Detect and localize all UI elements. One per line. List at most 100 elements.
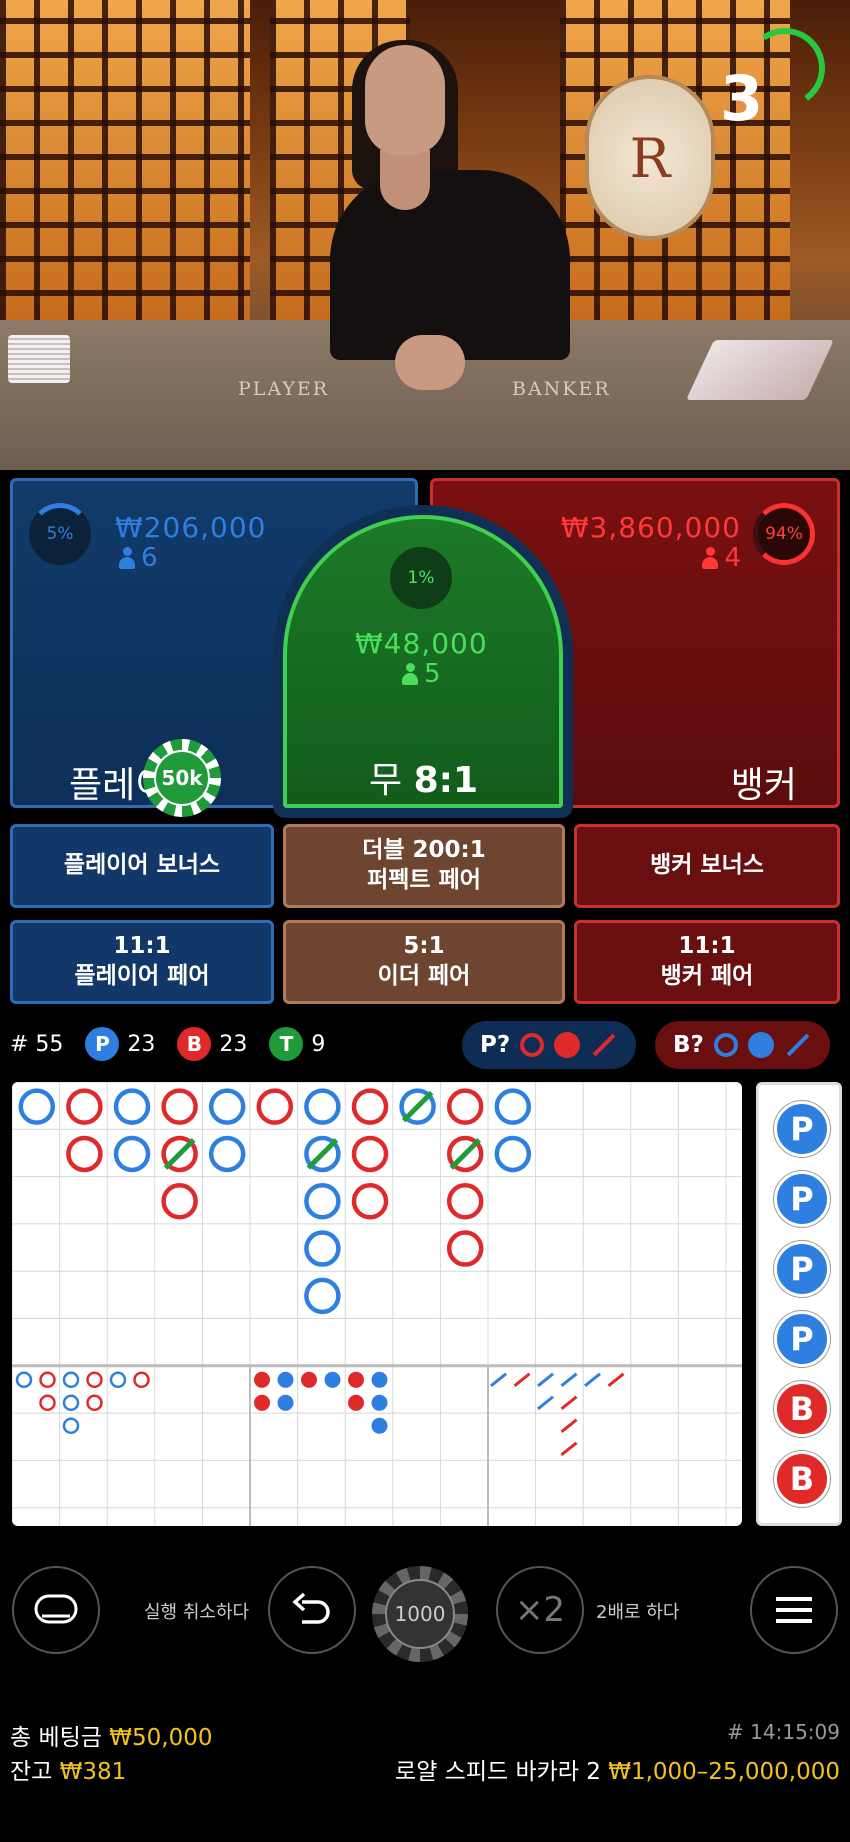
tie-bet-spot[interactable]: 1% ₩48,000 5 무 8:1 — [283, 515, 563, 808]
small-road-marker — [277, 1371, 294, 1388]
banker-title: 뱅커 — [730, 765, 797, 806]
big-road-marker — [161, 1088, 198, 1125]
tie-wins-icon: T — [269, 1027, 304, 1061]
big-eye-marker — [62, 1417, 80, 1435]
bead-road-column: P P P P B B — [756, 1082, 842, 1526]
small-road-marker — [324, 1371, 341, 1388]
banker-total-amount: ₩3,860,000 — [560, 511, 741, 544]
player-pair-bet[interactable]: 11:1 플레이어 페어 — [10, 920, 274, 1004]
big-road-marker — [66, 1088, 103, 1125]
small-road-blue-icon — [747, 1032, 774, 1058]
betting-area: 5% ₩206,000 6 플레이어 50k 94% ₩3,860,000 4 … — [0, 470, 850, 820]
big-road-marker — [18, 1088, 56, 1125]
undo-button[interactable] — [268, 1566, 356, 1654]
big-road-marker — [208, 1135, 246, 1173]
big-road-marker — [208, 1088, 246, 1125]
small-road-marker — [277, 1394, 294, 1411]
small-road-marker — [301, 1371, 317, 1388]
perfect-pair-bet[interactable]: 더블 200:1 퍼펙트 페어 — [283, 824, 565, 908]
double-button[interactable]: ×2 — [496, 1566, 584, 1654]
double-label: 2배로 하다 — [596, 1602, 680, 1623]
road-grid — [12, 1082, 742, 1526]
big-eye-marker — [109, 1371, 127, 1389]
dealer-neck — [380, 150, 430, 210]
big-eye-marker — [39, 1394, 56, 1412]
round-number: # 55 — [10, 1031, 64, 1057]
big-road-marker — [113, 1088, 151, 1125]
banker-bettor-count: 4 — [702, 543, 741, 573]
round-time: # 14:15:09 — [727, 1720, 840, 1744]
cockroach-marker — [537, 1395, 554, 1410]
cockroach-red-icon — [592, 1033, 616, 1057]
big-eye-marker — [62, 1394, 80, 1412]
big-road-marker — [446, 1230, 484, 1267]
scoreboard-road[interactable] — [12, 1082, 742, 1526]
cockroach-marker — [560, 1418, 578, 1433]
player-bonus-bet[interactable]: 플레이어 보너스 — [10, 824, 274, 908]
double-icon: ×2 — [514, 1590, 566, 1630]
big-road-marker — [351, 1135, 389, 1173]
player-percent-ring: 5% — [29, 503, 91, 565]
big-road-marker — [304, 1277, 341, 1315]
bead-player: P — [774, 1311, 830, 1367]
bead-banker: B — [774, 1451, 830, 1507]
bead-player: P — [774, 1241, 830, 1297]
bead-player: P — [774, 1101, 830, 1157]
big-eye-marker — [86, 1394, 103, 1412]
banker-bonus-bet[interactable]: 뱅커 보너스 — [574, 824, 840, 908]
big-road-marker — [494, 1088, 532, 1125]
lobby-button[interactable] — [12, 1566, 100, 1654]
big-road-marker — [494, 1135, 532, 1173]
cockroach-marker — [584, 1372, 601, 1387]
player-bettor-count: 6 — [119, 543, 158, 573]
placed-chip[interactable]: 50k — [143, 739, 221, 817]
menu-button[interactable] — [750, 1566, 838, 1654]
lattice-wall-left — [0, 0, 250, 330]
menu-icon — [776, 1597, 812, 1623]
small-road-marker — [371, 1394, 388, 1411]
cockroach-marker — [537, 1372, 554, 1387]
cockroach-marker — [607, 1372, 625, 1387]
player-wins-count: 23 — [127, 1031, 156, 1057]
footer-bar: 총 베팅금 ₩50,000 잔고 ₩381 # 14:15:09 로얄 스피드 … — [0, 1700, 850, 1842]
tie-bettor-count: 5 — [402, 659, 441, 689]
chip-selector[interactable]: 1000 — [372, 1566, 468, 1662]
lobby-icon — [34, 1594, 78, 1624]
big-road-marker — [351, 1183, 389, 1220]
person-icon — [402, 663, 418, 685]
bet-controls: 실행 취소하다 1000 ×2 2배로 하다 — [0, 1540, 850, 1680]
banker-prediction-button[interactable]: B? — [655, 1021, 830, 1069]
bead-banker: B — [774, 1381, 830, 1437]
countdown-timer: 3 — [720, 62, 764, 135]
big-road-marker — [351, 1088, 389, 1125]
cockroach-marker — [560, 1441, 578, 1456]
banker-wins-icon: B — [177, 1027, 212, 1061]
tie-percent-ring: 1% — [390, 547, 452, 609]
small-road-marker — [371, 1371, 388, 1388]
big-eye-red-icon — [520, 1033, 545, 1057]
cockroach-blue-icon — [786, 1033, 810, 1057]
cockroach-marker — [560, 1395, 578, 1410]
small-road-marker — [254, 1394, 270, 1411]
cockroach-marker — [513, 1372, 531, 1387]
cockroach-marker — [490, 1372, 507, 1387]
table-banker-label: BANKER — [512, 378, 611, 400]
balance: 잔고 ₩381 — [10, 1759, 127, 1785]
big-eye-marker — [86, 1371, 103, 1389]
small-road-red-icon — [554, 1032, 581, 1058]
small-road-marker — [348, 1371, 364, 1388]
big-road-marker — [304, 1088, 341, 1125]
player-prediction-button[interactable]: P? — [462, 1021, 637, 1069]
dealer-hands — [395, 335, 465, 390]
big-eye-marker — [133, 1371, 150, 1389]
tie-title: 무 8:1 — [369, 760, 479, 801]
cockroach-marker — [560, 1372, 578, 1387]
big-road-marker — [161, 1183, 198, 1220]
either-pair-bet[interactable]: 5:1 이더 페어 — [283, 920, 565, 1004]
banker-pair-bet[interactable]: 11:1 뱅커 페어 — [574, 920, 840, 1004]
big-eye-blue-icon — [713, 1033, 738, 1057]
big-eye-marker — [15, 1371, 33, 1389]
small-road-marker — [254, 1371, 270, 1388]
small-road-marker — [371, 1417, 388, 1434]
big-road-marker — [446, 1183, 484, 1220]
